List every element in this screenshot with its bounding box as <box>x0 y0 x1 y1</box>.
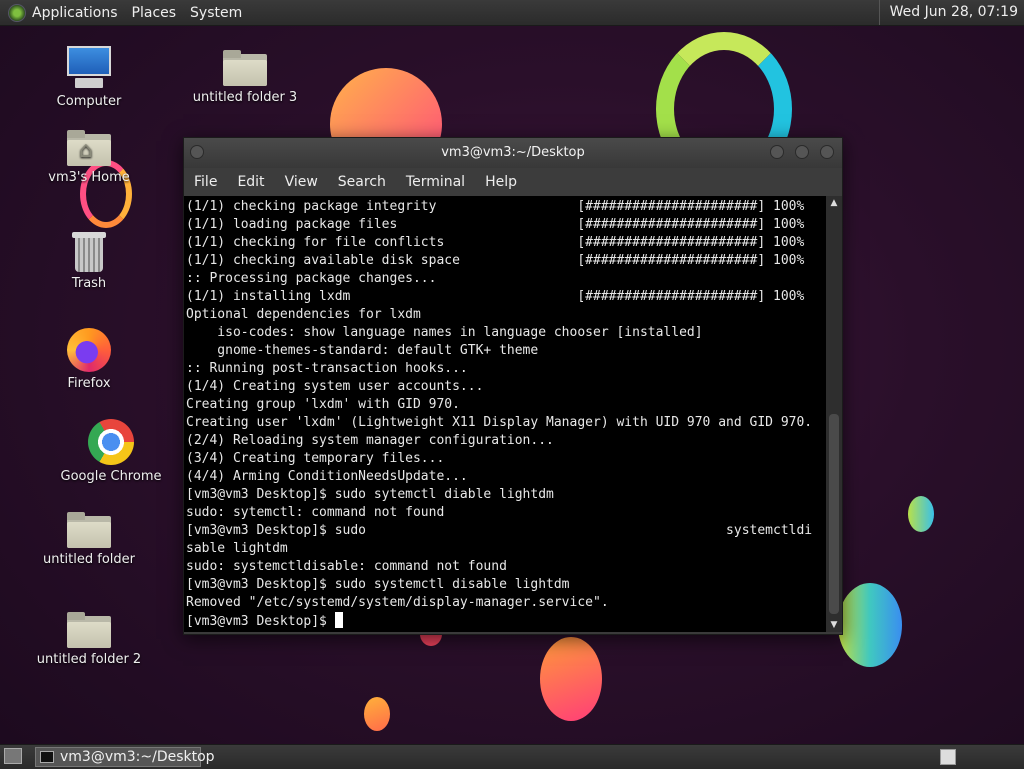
scroll-up-arrow-icon[interactable]: ▲ <box>826 196 842 210</box>
minimize-button[interactable] <box>770 145 784 159</box>
window-menu-button[interactable] <box>190 145 204 159</box>
desktop-icon-label: Trash <box>71 276 107 291</box>
taskbar-button-label: vm3@vm3:~/Desktop <box>60 749 215 765</box>
scrollbar-thumb[interactable] <box>829 414 839 614</box>
menu-view[interactable]: View <box>285 174 318 190</box>
wallpaper-orb-right <box>838 583 902 667</box>
scroll-down-arrow-icon[interactable]: ▼ <box>826 618 842 632</box>
terminal-line: sable lightdm <box>186 541 288 556</box>
desktop-icon-folder-3[interactable]: untitled folder 3 <box>185 50 305 105</box>
desktop-icon-label: untitled folder 2 <box>36 652 142 667</box>
close-button[interactable] <box>820 145 834 159</box>
folder-icon <box>67 612 111 648</box>
menu-terminal[interactable]: Terminal <box>406 174 465 190</box>
terminal-scrollbar[interactable]: ▲ ▼ <box>826 196 842 632</box>
terminal-menubar: File Edit View Search Terminal Help <box>184 168 842 196</box>
computer-icon <box>65 46 113 90</box>
menu-file[interactable]: File <box>194 174 217 190</box>
terminal-line: [vm3@vm3 Desktop]$ sudo systemctl disabl… <box>186 577 570 592</box>
menu-help[interactable]: Help <box>485 174 517 190</box>
terminal-line: (2/4) Reloading system manager configura… <box>186 433 554 448</box>
terminal-window[interactable]: vm3@vm3:~/Desktop File Edit View Search … <box>183 137 843 635</box>
terminal-line: sudo: systemctldisable: command not foun… <box>186 559 507 574</box>
menu-search[interactable]: Search <box>338 174 386 190</box>
desktop-icon-label: Computer <box>56 94 122 109</box>
terminal-icon <box>40 751 54 763</box>
terminal-line: [vm3@vm3 Desktop]$ sudo sytemctl diable … <box>186 487 554 502</box>
chrome-icon <box>88 419 134 465</box>
folder-icon <box>223 50 267 86</box>
terminal-line: Optional dependencies for lxdm <box>186 307 421 322</box>
bottom-panel: vm3@vm3:~/Desktop <box>0 744 1024 769</box>
desktop-icon-firefox[interactable]: Firefox <box>29 328 149 391</box>
desktop-icon-folder-2[interactable]: untitled folder 2 <box>29 612 149 667</box>
terminal-output[interactable]: (1/1) checking package integrity [######… <box>184 196 826 632</box>
desktop-icon-chrome[interactable]: Google Chrome <box>51 419 171 484</box>
distro-logo-icon[interactable] <box>8 3 26 22</box>
terminal-line: iso-codes: show language names in langua… <box>186 325 703 340</box>
terminal-line: (1/4) Creating system user accounts... <box>186 379 484 394</box>
maximize-button[interactable] <box>795 145 809 159</box>
terminal-line: (1/1) checking for file conflicts [#####… <box>186 235 805 250</box>
menu-places[interactable]: Places <box>132 5 177 21</box>
desktop-icon-folder-1[interactable]: untitled folder <box>29 512 149 567</box>
folder-icon <box>67 512 111 548</box>
terminal-prompt-line[interactable]: [vm3@vm3 Desktop]$ <box>186 612 826 630</box>
terminal-line: (1/1) checking available disk space [###… <box>186 253 805 268</box>
terminal-line: sudo: sytemctl: command not found <box>186 505 445 520</box>
text-cursor <box>334 612 343 628</box>
terminal-prompt: [vm3@vm3 Desktop]$ <box>186 614 335 629</box>
desktop-icon-label: untitled folder 3 <box>192 90 298 105</box>
terminal-line: :: Processing package changes... <box>186 271 437 286</box>
trash-icon <box>72 232 106 272</box>
home-folder-icon <box>67 130 111 166</box>
show-desktop-icon[interactable] <box>4 748 22 764</box>
desktop-icon-trash[interactable]: Trash <box>29 232 149 291</box>
terminal-line: (4/4) Arming ConditionNeedsUpdate... <box>186 469 468 484</box>
desktop-icon-computer[interactable]: Computer <box>29 46 149 109</box>
workspace-switcher[interactable] <box>940 749 956 765</box>
menu-system[interactable]: System <box>190 5 242 21</box>
window-title: vm3@vm3:~/Desktop <box>441 145 585 160</box>
menu-applications[interactable]: Applications <box>32 5 118 21</box>
wallpaper-orb-small <box>364 697 390 731</box>
wallpaper-orb-bottom <box>540 637 602 721</box>
terminal-line: (3/4) Creating temporary files... <box>186 451 445 466</box>
taskbar-button-terminal[interactable]: vm3@vm3:~/Desktop <box>35 747 215 767</box>
desktop-icon-label: Firefox <box>67 376 111 391</box>
desktop-icon-home[interactable]: vm3's Home <box>29 130 149 185</box>
wallpaper-orb-right-small <box>908 496 934 532</box>
desktop-icon-label: vm3's Home <box>48 170 130 185</box>
terminal-line: (1/1) checking package integrity [######… <box>186 199 805 214</box>
top-panel: Applications Places System Wed Jun 28, 0… <box>0 0 1024 26</box>
window-titlebar[interactable]: vm3@vm3:~/Desktop <box>184 138 842 168</box>
terminal-line: (1/1) loading package files [###########… <box>186 217 805 232</box>
terminal-line: Removed "/etc/systemd/system/display-man… <box>186 595 609 610</box>
terminal-line: Creating group 'lxdm' with GID 970. <box>186 397 460 412</box>
desktop-icon-label: untitled folder <box>42 552 135 567</box>
panel-clock[interactable]: Wed Jun 28, 07:19 <box>878 0 1024 25</box>
firefox-icon <box>67 328 111 372</box>
terminal-line: gnome-themes-standard: default GTK+ them… <box>186 343 539 358</box>
menu-edit[interactable]: Edit <box>237 174 264 190</box>
terminal-line: Creating user 'lxdm' (Lightweight X11 Di… <box>186 415 813 430</box>
terminal-line: [vm3@vm3 Desktop]$ sudo systemctldi <box>186 523 813 538</box>
desktop-icon-label: Google Chrome <box>60 469 162 484</box>
terminal-line: (1/1) installing lxdm [#################… <box>186 289 805 304</box>
terminal-line: :: Running post-transaction hooks... <box>186 361 468 376</box>
